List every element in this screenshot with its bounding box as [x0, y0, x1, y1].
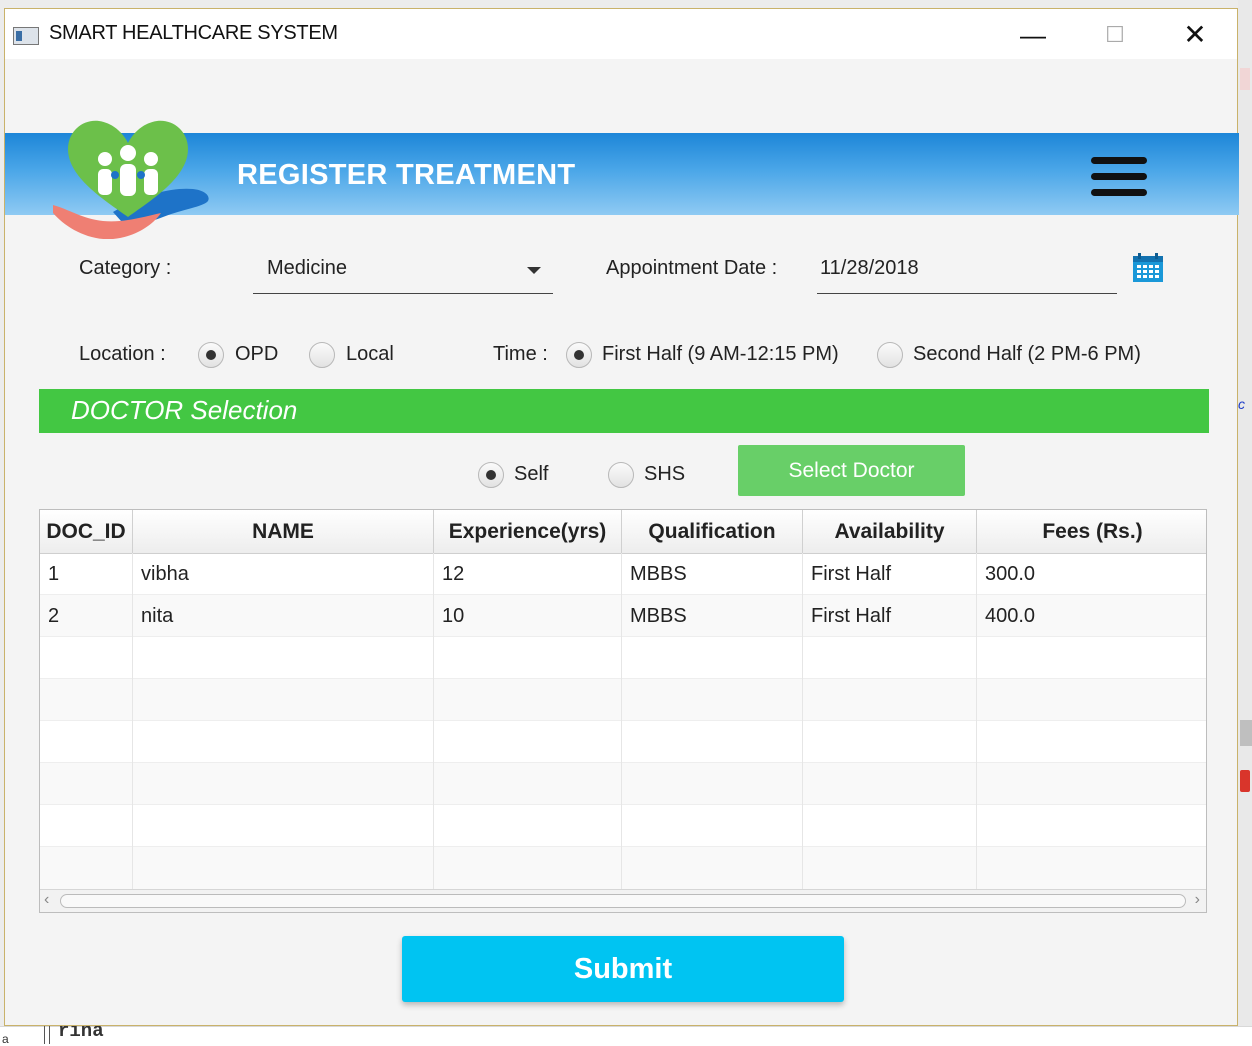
column-header-experience[interactable]: Experience(yrs): [434, 510, 622, 553]
location-opd-radio[interactable]: [198, 342, 224, 368]
app-icon: [13, 27, 39, 45]
empty-table-row: [40, 763, 1206, 805]
column-header-doc-id[interactable]: DOC_ID: [40, 510, 133, 553]
scrollbar-thumb[interactable]: [60, 894, 1186, 908]
background-caret: [44, 1024, 50, 1044]
empty-table-row: [40, 847, 1206, 892]
cell-availability: First Half: [803, 553, 977, 595]
empty-table-row: [40, 805, 1206, 847]
heart-hands-logo-icon: [53, 120, 209, 239]
background-marker: [1240, 68, 1250, 90]
column-header-name[interactable]: NAME: [133, 510, 434, 553]
app-window: SMART HEALTHCARE SYSTEM — ☐ ✕ REGISTER T…: [4, 8, 1239, 1026]
horizontal-scrollbar[interactable]: ‹ ›: [40, 889, 1206, 912]
category-select[interactable]: Medicine: [267, 257, 347, 280]
cell-experience: 12: [434, 553, 622, 595]
cell-qualification: MBBS: [622, 553, 803, 595]
time-label: Time :: [493, 343, 548, 365]
table-header: DOC_ID NAME Experience(yrs) Qualificatio…: [40, 510, 1206, 554]
appointment-date-underline: [817, 293, 1117, 294]
calendar-icon[interactable]: [1131, 252, 1165, 284]
empty-table-row: [40, 679, 1206, 721]
table-row[interactable]: 1 vibha 12 MBBS First Half 300.0: [40, 553, 1206, 595]
scroll-left-icon[interactable]: ‹: [44, 891, 49, 909]
doctor-section-title: DOCTOR Selection: [71, 395, 298, 425]
background-scroll-thumb: [1240, 720, 1252, 746]
cell-qualification: MBBS: [622, 595, 803, 637]
submit-button[interactable]: Submit: [402, 936, 844, 1002]
close-button[interactable]: ✕: [1167, 15, 1223, 55]
cell-doc-id: 1: [40, 553, 133, 595]
location-local-label[interactable]: Local: [346, 343, 394, 366]
category-underline: [253, 293, 553, 294]
empty-table-row: [40, 721, 1206, 763]
window-title: SMART HEALTHCARE SYSTEM: [49, 22, 338, 44]
appointment-date-field[interactable]: 11/28/2018: [820, 257, 919, 280]
time-first-half-radio[interactable]: [566, 342, 592, 368]
background-text: c: [1238, 396, 1245, 412]
empty-table-row: [40, 637, 1206, 679]
table-row[interactable]: 2 nita 10 MBBS First Half 400.0: [40, 595, 1206, 637]
background-editor-bottom: [0, 1026, 1252, 1046]
cell-experience: 10: [434, 595, 622, 637]
scroll-right-icon[interactable]: ›: [1195, 891, 1200, 909]
appointment-date-label: Appointment Date :: [606, 257, 778, 279]
select-doctor-button[interactable]: Select Doctor: [738, 445, 965, 496]
background-error-marker: [1240, 770, 1250, 792]
time-second-half-radio[interactable]: [877, 342, 903, 368]
cell-fees: 400.0: [985, 605, 1036, 627]
column-header-qualification[interactable]: Qualification: [622, 510, 803, 553]
page-title: REGISTER TREATMENT: [237, 159, 576, 191]
background-text: a: [2, 1032, 9, 1046]
cell-name: vibha: [133, 553, 434, 595]
location-label: Location :: [79, 343, 166, 365]
maximize-button[interactable]: ☐: [1087, 15, 1143, 55]
cell-name: nita: [133, 595, 434, 637]
column-header-fees[interactable]: Fees (Rs.): [977, 510, 1206, 553]
cell-fees: 300.0: [985, 563, 1036, 585]
hamburger-menu-icon[interactable]: [1091, 157, 1147, 197]
doctor-shs-radio[interactable]: [608, 462, 634, 488]
doctor-table[interactable]: DOC_ID NAME Experience(yrs) Qualificatio…: [39, 509, 1207, 913]
doctor-self-label[interactable]: Self: [514, 463, 548, 486]
doctor-shs-label[interactable]: SHS: [644, 463, 685, 486]
location-opd-label[interactable]: OPD: [235, 343, 278, 366]
cell-doc-id: 2: [40, 595, 133, 637]
time-second-half-label[interactable]: Second Half (2 PM-6 PM): [913, 343, 1141, 366]
background-editor-strip: [1238, 0, 1252, 1045]
chevron-down-icon[interactable]: [527, 267, 541, 274]
category-label: Category :: [79, 257, 172, 279]
time-first-half-label[interactable]: First Half (9 AM-12:15 PM): [602, 343, 839, 366]
column-header-availability[interactable]: Availability: [803, 510, 977, 553]
minimize-button[interactable]: —: [1005, 15, 1061, 55]
doctor-self-radio[interactable]: [478, 462, 504, 488]
title-bar[interactable]: SMART HEALTHCARE SYSTEM — ☐ ✕: [5, 9, 1237, 59]
cell-availability: First Half: [803, 595, 977, 637]
location-local-radio[interactable]: [309, 342, 335, 368]
